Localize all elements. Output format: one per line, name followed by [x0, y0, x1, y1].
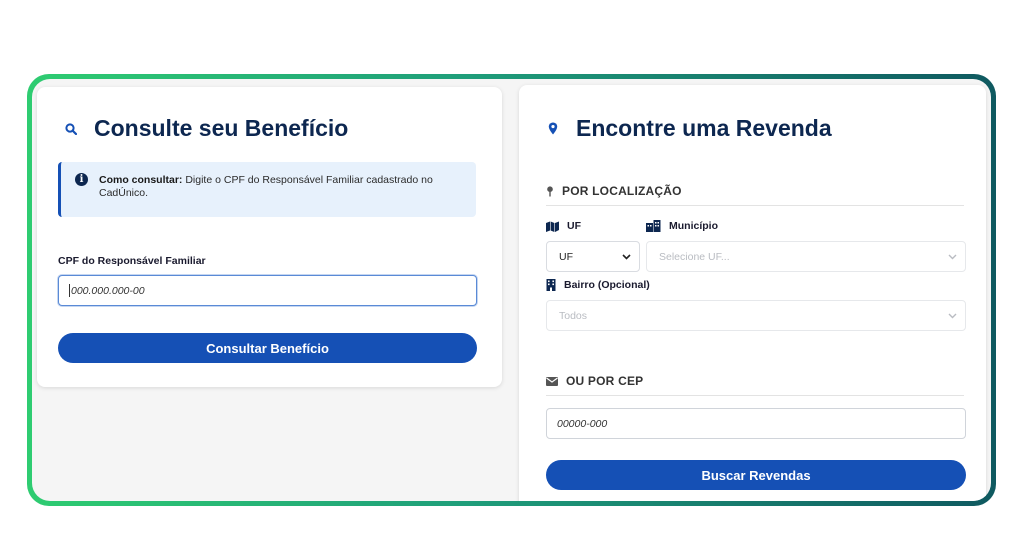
uf-select-value: UF — [559, 250, 573, 263]
cpf-label: CPF do Responsável Familiar — [58, 255, 206, 267]
info-icon: i — [75, 173, 88, 186]
cep-section-heading: OU POR CEP — [546, 374, 964, 396]
bairro-select[interactable]: Todos — [546, 300, 966, 331]
cpf-input[interactable]: 000.000.000-00 — [58, 275, 477, 306]
location-section-heading: POR LOCALIZAÇÃO — [546, 184, 964, 206]
municipio-select-value: Selecione UF... — [659, 250, 730, 263]
reseller-finder-card: Encontre uma Revenda POR LOCALIZAÇÃO UF … — [519, 85, 986, 501]
map-pin-icon — [546, 122, 560, 136]
city-icon — [646, 220, 661, 232]
info-bold: Como consultar: — [99, 174, 183, 186]
chevron-down-icon — [948, 252, 957, 262]
municipio-label: Município — [646, 220, 718, 232]
bairro-select-value: Todos — [559, 309, 588, 322]
building-icon — [546, 279, 556, 291]
search-resellers-button[interactable]: Buscar Revendas — [546, 460, 966, 490]
map-icon — [546, 221, 559, 232]
envelope-icon — [546, 376, 558, 386]
location-section-text: POR LOCALIZAÇÃO — [562, 184, 682, 198]
app-content: Consulte seu Benefício i Como consultar:… — [32, 79, 991, 501]
municipio-label-text: Município — [669, 220, 718, 232]
search-icon — [64, 122, 78, 136]
cep-section-text: OU POR CEP — [566, 374, 644, 388]
pin-icon — [546, 185, 554, 197]
uf-label-text: UF — [567, 220, 581, 232]
text-cursor — [69, 284, 70, 297]
cep-input[interactable]: 00000-000 — [546, 408, 966, 439]
municipio-select[interactable]: Selecione UF... — [646, 241, 966, 272]
chevron-down-icon — [948, 311, 957, 321]
uf-label: UF — [546, 220, 581, 232]
app-frame: Consulte seu Benefício i Como consultar:… — [27, 74, 996, 506]
benefit-lookup-card: Consulte seu Benefício i Como consultar:… — [37, 87, 502, 387]
chevron-down-icon — [622, 252, 631, 262]
bairro-label: Bairro (Opcional) — [546, 279, 650, 291]
reseller-title-text: Encontre uma Revenda — [576, 115, 832, 141]
benefit-title-text: Consulte seu Benefício — [94, 115, 349, 141]
info-box: i Como consultar: Digite o CPF do Respon… — [58, 162, 476, 217]
benefit-title: Consulte seu Benefício — [64, 115, 348, 142]
reseller-title: Encontre uma Revenda — [546, 115, 832, 142]
cep-placeholder: 00000-000 — [557, 417, 608, 430]
bairro-label-text: Bairro (Opcional) — [564, 279, 650, 291]
uf-select[interactable]: UF — [546, 241, 640, 272]
consult-benefit-button[interactable]: Consultar Benefício — [58, 333, 477, 363]
cpf-placeholder: 000.000.000-00 — [71, 284, 145, 297]
